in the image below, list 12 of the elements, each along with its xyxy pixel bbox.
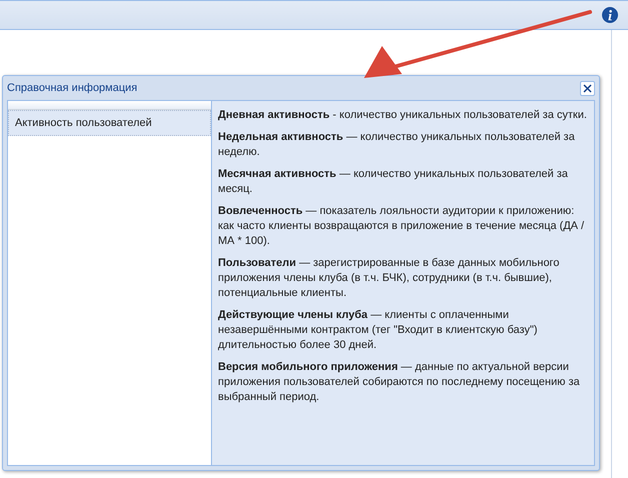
dialog-title: Справочная информация — [7, 82, 138, 94]
help-paragraph: Пользователи — зарегистрированные в базе данных мобильного приложения члены клуба (в т.ч. БЧК), сотрудники (в т.ч. бывшие), потенциальные клиенты. — [218, 256, 560, 301]
help-paragraph: Действующие члены клуба — клиенты с оплаченными незавершёнными контрактом (тег "Входит в клиентскую базу") длительностью более 30 дней. — [218, 308, 538, 353]
help-paragraph: Месячная активность — количество уникальных пользователей за месяц. — [218, 167, 569, 197]
close-button[interactable] — [580, 80, 595, 96]
help-paragraph: Недельная активность — количество уникальных пользователей за неделю. — [218, 130, 576, 160]
help-paragraph: Дневная активность - количество уникальных пользователей за сутки. — [218, 108, 588, 123]
info-icon[interactable] — [602, 7, 618, 23]
topic-item[interactable]: Активность пользователей — [8, 110, 211, 136]
help-paragraph: Вовлеченность — показатель лояльности аудитории к приложению: как часто клиенты возвращаются в приложение в течение месяца (ДА / МА * 100). — [218, 204, 586, 249]
close-icon — [583, 84, 592, 92]
help-paragraph: Версия мобильного приложения — данные по актуальной версии приложения пользователей собираются по последнему посещению за выбранный период. — [218, 360, 581, 405]
